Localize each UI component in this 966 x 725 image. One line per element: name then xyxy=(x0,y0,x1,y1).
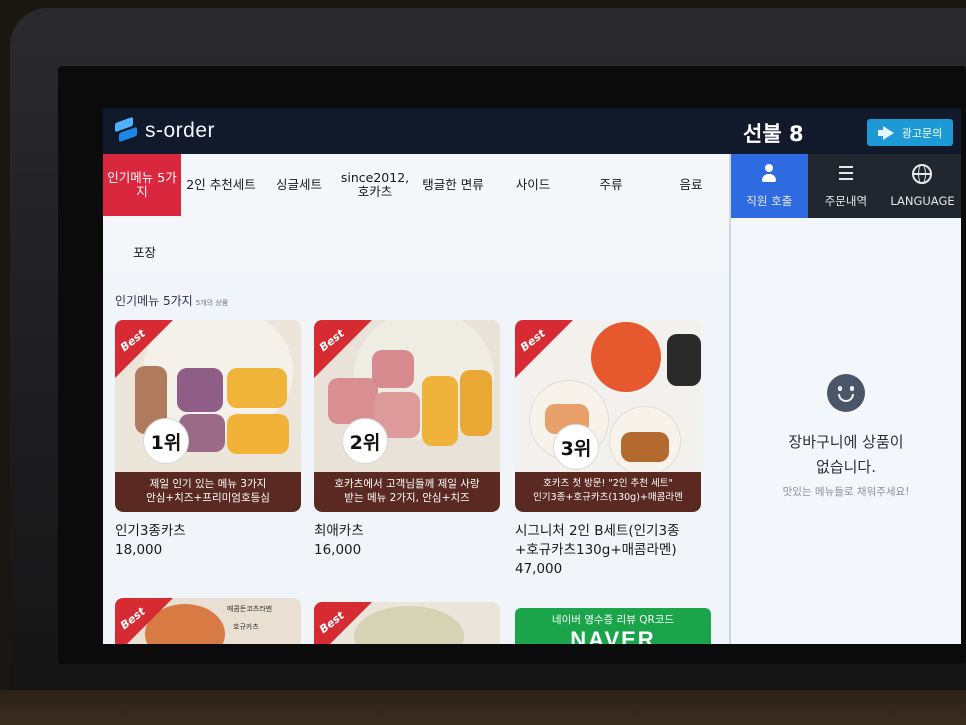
staff-call-button[interactable]: 직원 호출 xyxy=(731,154,808,218)
tab-alcohol[interactable]: 주류 xyxy=(573,154,649,216)
person-icon xyxy=(759,163,779,183)
logo-text: s-order xyxy=(145,119,216,142)
ad-inquiry-button[interactable]: 광고문의 xyxy=(867,119,953,146)
cutlet-shape xyxy=(227,368,287,408)
s-order-logo-icon xyxy=(113,116,139,144)
promo-line-1: 제일 인기 있는 메뉴 3가지 xyxy=(149,478,267,490)
staff-call-label: 직원 호출 xyxy=(746,194,793,208)
s-order-logo: s-order xyxy=(113,116,216,144)
megaphone-icon xyxy=(877,126,896,140)
tab-beverage[interactable]: 음료 xyxy=(653,154,729,216)
menu-image: Best xyxy=(314,602,500,644)
globe-icon xyxy=(912,164,933,184)
tab-label: 싱글세트 xyxy=(275,177,322,192)
naver-review-qr-card[interactable]: 네이버 영수증 리뷰 QR코드 NAVER xyxy=(515,608,711,644)
promo-banner: 제일 인기 있는 메뉴 3가지 안심+치즈+프리미엄호등심 xyxy=(115,472,301,512)
menu-image: Best 매콤돈코츠라멘 호규카츠 xyxy=(115,598,301,644)
ramen-bowl-shape xyxy=(591,322,661,392)
category-tabs: 인기메뉴 5가지 2인 추천세트 싱글세트 since2012,호카츠 탱글한 … xyxy=(103,154,731,272)
cutlet-shape xyxy=(227,414,289,454)
cutlet-shape xyxy=(460,370,492,436)
tab-side[interactable]: 사이드 xyxy=(495,154,571,216)
menu-card[interactable]: Best 3위 호카츠 첫 방문! "2인 추천 세트" 인기3종+호규카츠(1… xyxy=(515,320,701,577)
ad-inquiry-label: 광고문의 xyxy=(901,126,943,140)
tab-single-set[interactable]: 싱글세트 xyxy=(261,154,337,216)
tray-shape xyxy=(667,334,701,386)
rank-badge: 1위 xyxy=(143,418,189,464)
cart-empty-line-1: 장바구니에 상품이 xyxy=(788,433,904,451)
tab-noodles[interactable]: 탱글한 면류 xyxy=(415,154,491,216)
promo-line-2: 인기3종+호규카츠(130g)+매콤라멘 xyxy=(533,492,683,503)
menu-name: 인기3종카츠 xyxy=(115,523,186,539)
cutlet-shape xyxy=(621,432,669,462)
tab-label: 음료 xyxy=(679,177,703,192)
tab-2-person-set[interactable]: 2인 추천세트 xyxy=(183,154,259,216)
kiosk-screen: s-order 선불 8 광고문의 인기메뉴 5가지 2인 추천세트 싱글세트 … xyxy=(103,108,961,644)
list-icon xyxy=(836,163,856,183)
rank-badge: 2위 xyxy=(342,418,388,464)
cart-empty-message: 장바구니에 상품이 없습니다. xyxy=(731,430,961,480)
tab-label: 탱글한 면류 xyxy=(422,177,484,192)
rank-badge: 3위 xyxy=(553,424,599,470)
menu-card[interactable]: Best 매콤돈코츠라멘 호규카츠 xyxy=(115,598,301,644)
menu-card[interactable]: Best 1위 제일 인기 있는 메뉴 3가지 안심+치즈+프리미엄호등심 인기… xyxy=(115,320,301,558)
smile-icon xyxy=(827,374,865,412)
menu-image: Best 2위 호카츠에서 고객님들께 제일 사랑 받는 메뉴 2가지, 안심+… xyxy=(314,320,500,512)
menu-image: Best 1위 제일 인기 있는 메뉴 3가지 안심+치즈+프리미엄호등심 xyxy=(115,320,301,512)
menu-price: 16,000 xyxy=(314,542,362,558)
tab-label: 2인 추천세트 xyxy=(186,177,256,192)
cart-empty-line-2: 없습니다. xyxy=(816,458,876,476)
cutlet-shape xyxy=(422,376,458,446)
side-dish-label: 호규카츠 xyxy=(233,623,259,631)
promo-line-1: 호카츠 첫 방문! "2인 추천 세트" xyxy=(543,478,673,489)
tab-since2012-hokatsu[interactable]: since2012,호카츠 xyxy=(337,154,413,216)
menu-name: 최애카츠 xyxy=(314,523,364,539)
right-panel-tabs: 직원 호출 주문내역 LANGUAGE xyxy=(731,154,961,218)
promo-banner: 호카츠 첫 방문! "2인 추천 세트" 인기3종+호규카츠(130g)+매콤라… xyxy=(515,472,701,512)
side-dish-label: 매콤돈코츠라멘 xyxy=(227,605,273,613)
naver-review-text: 네이버 영수증 리뷰 QR코드 xyxy=(551,614,675,626)
naver-logo-text: NAVER xyxy=(570,627,656,644)
promo-banner: 호카츠에서 고객님들께 제일 사랑 받는 메뉴 2가지, 안심+치즈 xyxy=(314,472,500,512)
menu-price: 18,000 xyxy=(115,542,163,558)
tab-takeout[interactable]: 포장 xyxy=(133,242,156,261)
section-count: 5개의 상품 xyxy=(195,299,229,307)
order-history-button[interactable]: 주문내역 xyxy=(808,154,885,218)
order-history-label: 주문내역 xyxy=(824,194,868,208)
table-surface xyxy=(0,690,966,725)
menu-image: Best 3위 호카츠 첫 방문! "2인 추천 세트" 인기3종+호규카츠(1… xyxy=(515,320,701,512)
tab-label: 인기메뉴 5가지 xyxy=(107,170,177,199)
tab-label: since2012,호카츠 xyxy=(340,170,410,199)
menu-card[interactable]: Best 2위 호카츠에서 고객님들께 제일 사랑 받는 메뉴 2가지, 안심+… xyxy=(314,320,500,558)
tab-popular-menu[interactable]: 인기메뉴 5가지 xyxy=(103,154,181,216)
section-title: 인기메뉴 5가지 5개의 상품 xyxy=(115,292,228,309)
cart-panel: 장바구니에 상품이 없습니다. 맛있는 메뉴들로 채워주세요! xyxy=(731,218,961,644)
menu-card[interactable]: Best xyxy=(314,602,500,644)
section-title-text: 인기메뉴 5가지 xyxy=(115,294,193,308)
promo-line-2: 받는 메뉴 2가지, 안심+치즈 xyxy=(344,492,470,504)
menu-price: 47,000 xyxy=(515,561,563,577)
tab-label: 사이드 xyxy=(515,177,551,192)
language-label: LANGUAGE xyxy=(890,194,955,208)
tab-label: 주류 xyxy=(599,177,623,192)
cutlet-shape xyxy=(372,350,414,388)
cart-empty-subtext: 맛있는 메뉴들로 채워주세요! xyxy=(782,486,910,498)
cutlet-shape xyxy=(328,378,378,424)
table-name: 선불 8 xyxy=(743,122,804,146)
promo-line-2: 안심+치즈+프리미엄호등심 xyxy=(146,492,270,504)
promo-line-1: 호카츠에서 고객님들께 제일 사랑 xyxy=(334,478,480,490)
language-button[interactable]: LANGUAGE xyxy=(884,154,961,218)
cutlet-shape xyxy=(177,368,223,412)
top-bar: s-order 선불 8 광고문의 xyxy=(103,108,961,154)
menu-name: 시그니처 2인 B세트(인기3종+호규카츠130g+매콤라멘) xyxy=(515,523,680,558)
